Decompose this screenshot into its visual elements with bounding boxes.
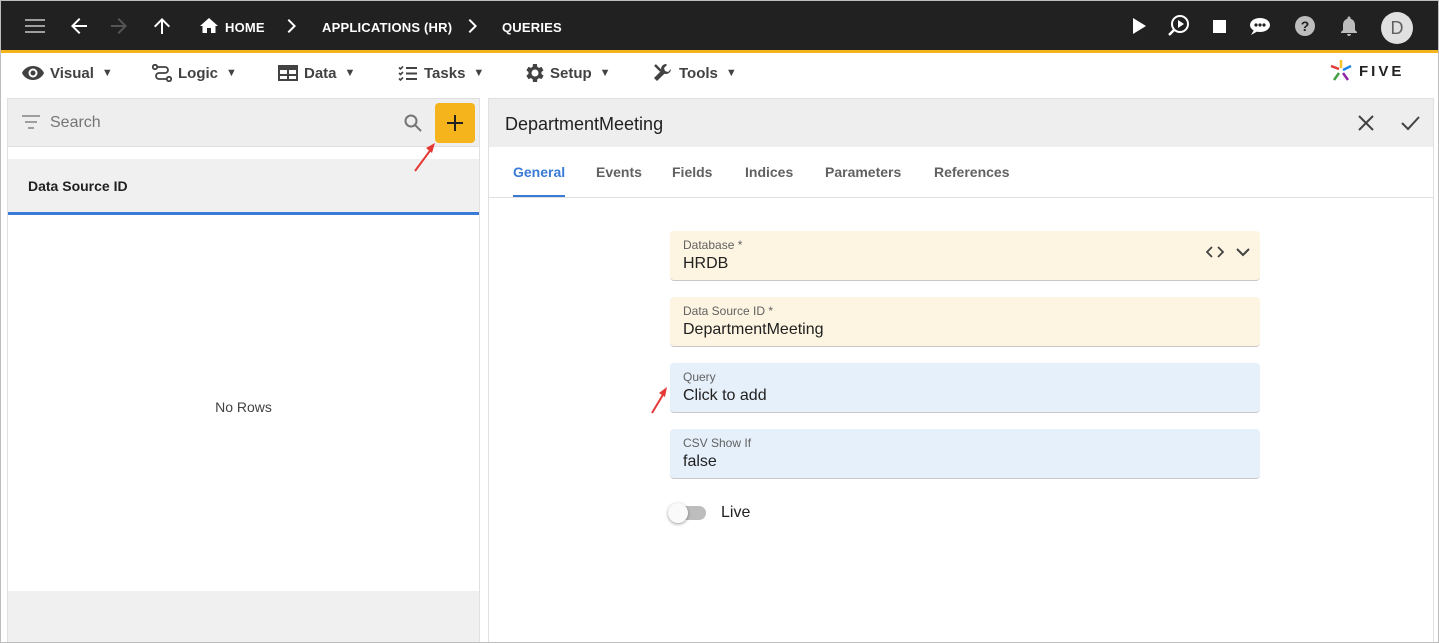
save-check-icon[interactable]	[1401, 115, 1420, 136]
tab-events[interactable]: Events	[596, 164, 642, 180]
run-icon[interactable]	[1127, 14, 1151, 38]
query-value: Click to add	[683, 387, 767, 404]
chevron-right-icon	[461, 14, 485, 38]
annotation-arrow	[651, 387, 667, 414]
form-header: DepartmentMeeting	[489, 99, 1433, 147]
breadcrumb-applications[interactable]: APPLICATIONS (HR)	[322, 20, 452, 35]
five-logo: FIVE	[1329, 59, 1419, 83]
table-icon	[278, 65, 298, 81]
database-field[interactable]: Database * HRDB	[670, 231, 1260, 281]
form-panel: DepartmentMeeting General Events Fields …	[488, 98, 1434, 642]
csv-show-if-label: CSV Show If	[683, 436, 752, 450]
help-icon[interactable]: ?	[1293, 14, 1317, 38]
eye-icon	[22, 66, 44, 80]
main-menu-bar: Visual ▼ Logic ▼ Data ▼ Tasks ▼ Setup ▼ Tools…	[1, 56, 1438, 90]
query-field[interactable]: Query Click to add	[670, 363, 1260, 413]
logic-icon	[152, 64, 172, 82]
forward-arrow-icon[interactable]	[107, 14, 131, 38]
code-icon[interactable]	[1206, 246, 1224, 258]
tab-fields[interactable]: Fields	[672, 164, 712, 180]
list-footer	[8, 591, 479, 642]
user-avatar[interactable]: D	[1381, 12, 1413, 44]
menu-logic-label: Logic	[178, 64, 218, 82]
menu-tasks[interactable]: Tasks ▼	[398, 62, 484, 84]
five-logo-icon	[1330, 60, 1352, 81]
column-header-data-source-id[interactable]: Data Source ID	[8, 159, 479, 215]
dropdown-arrow-icon: ▼	[226, 67, 237, 79]
svg-text:?: ?	[1301, 18, 1310, 34]
dropdown-arrow-icon: ▼	[725, 67, 737, 79]
menu-setup[interactable]: Setup ▼	[524, 62, 611, 84]
query-label: Query	[683, 370, 716, 384]
form-title: DepartmentMeeting	[505, 114, 664, 134]
filter-icon[interactable]	[22, 115, 40, 134]
live-toggle-label: Live	[721, 504, 751, 521]
search-bar	[8, 99, 479, 147]
toggle-knob	[668, 503, 688, 523]
tab-indices[interactable]: Indices	[745, 164, 793, 180]
back-arrow-icon[interactable]	[67, 14, 91, 38]
plus-icon	[447, 115, 463, 131]
menu-tools-label: Tools	[679, 64, 718, 82]
add-record-button[interactable]	[435, 103, 475, 143]
search-input[interactable]	[50, 111, 390, 135]
home-icon[interactable]	[197, 14, 221, 38]
dropdown-arrow-icon: ▼	[344, 67, 356, 79]
csv-show-if-value: false	[683, 453, 717, 470]
tab-general[interactable]: General	[513, 164, 565, 180]
list-panel: Data Source ID No Rows	[7, 98, 480, 642]
tasks-icon	[398, 65, 417, 81]
dropdown-arrow-icon: ▼	[599, 67, 611, 79]
data-source-id-value: DepartmentMeeting	[683, 321, 824, 338]
breadcrumb-queries[interactable]: QUERIES	[502, 20, 562, 35]
menu-tools[interactable]: Tools ▼	[653, 62, 737, 84]
stop-icon[interactable]	[1207, 14, 1231, 38]
notifications-bell-icon[interactable]	[1337, 14, 1361, 38]
live-toggle[interactable]	[668, 503, 706, 523]
gear-icon	[526, 64, 544, 82]
data-source-id-label: Data Source ID *	[683, 304, 774, 318]
form-tabs: General Events Fields Indices Parameters…	[489, 147, 1433, 198]
annotation-arrow	[414, 143, 435, 172]
breadcrumb-home[interactable]: HOME	[225, 20, 265, 35]
menu-visual-label: Visual	[50, 64, 94, 82]
app-bar: HOME APPLICATIONS (HR) QUERIES ? D	[1, 1, 1438, 53]
column-header-label: Data Source ID	[28, 178, 128, 194]
tools-icon	[654, 64, 671, 81]
dropdown-arrow-icon: ▼	[473, 67, 485, 79]
dropdown-arrow-icon: ▼	[101, 67, 113, 79]
chat-bot-icon[interactable]	[1248, 14, 1272, 38]
search-icon[interactable]	[404, 114, 422, 137]
menu-logic[interactable]: Logic ▼	[152, 62, 237, 84]
close-icon[interactable]	[1358, 115, 1374, 136]
five-logo-text: FIVE	[1359, 62, 1405, 80]
tab-parameters[interactable]: Parameters	[825, 164, 901, 180]
menu-visual[interactable]: Visual ▼	[22, 62, 113, 84]
database-label: Database *	[683, 238, 743, 252]
empty-list-message: No Rows	[215, 399, 272, 415]
menu-setup-label: Setup	[550, 64, 592, 82]
menu-data[interactable]: Data ▼	[278, 62, 355, 84]
active-tab-indicator	[513, 195, 565, 197]
menu-tasks-label: Tasks	[424, 64, 466, 82]
menu-data-label: Data	[304, 64, 337, 82]
chevron-right-icon	[280, 14, 304, 38]
csv-show-if-field[interactable]: CSV Show If false	[670, 429, 1260, 479]
database-value: HRDB	[683, 255, 729, 272]
app-window: HOME APPLICATIONS (HR) QUERIES ? D Visua…	[0, 0, 1439, 643]
debug-run-icon[interactable]	[1167, 14, 1191, 38]
up-arrow-icon[interactable]	[150, 14, 174, 38]
chevron-down-icon[interactable]	[1236, 247, 1250, 257]
tab-references[interactable]: References	[934, 164, 1010, 180]
hamburger-menu-icon[interactable]	[23, 14, 47, 38]
data-source-id-field[interactable]: Data Source ID * DepartmentMeeting	[670, 297, 1260, 347]
